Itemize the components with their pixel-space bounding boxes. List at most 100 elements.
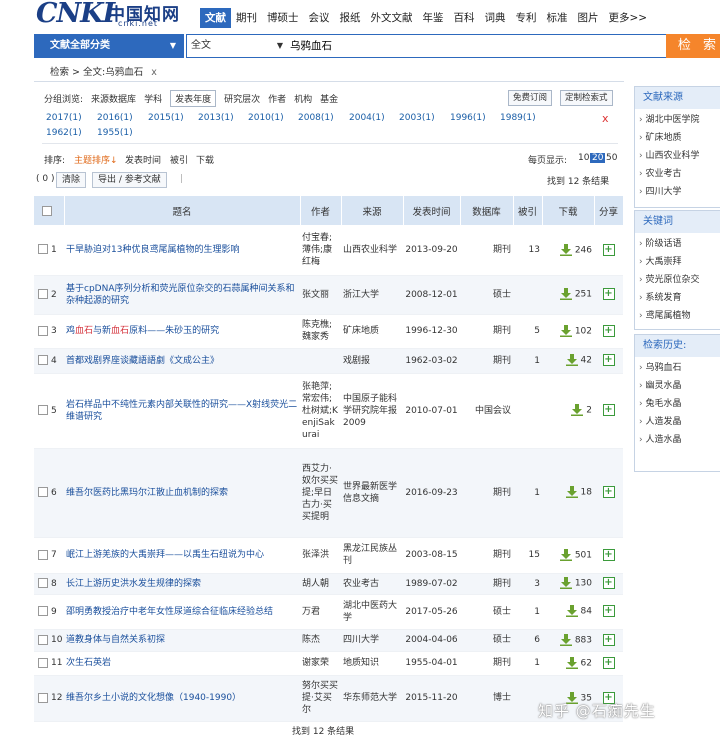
row-select[interactable]: 8 <box>34 573 64 595</box>
row-source[interactable]: 地质知识 <box>341 651 403 676</box>
checkbox-icon[interactable] <box>38 405 48 415</box>
plus-icon[interactable]: + <box>602 605 615 618</box>
row-cited[interactable]: 15 <box>513 537 542 574</box>
checkbox-icon[interactable] <box>38 355 48 365</box>
row-title[interactable]: 鸡血石与新血石原料——朱砂玉的研究 <box>64 314 300 349</box>
row-title[interactable]: 首都戏剧界座谈藏語語劇《文成公主》 <box>64 348 300 374</box>
row-source[interactable]: 矿床地质 <box>341 314 403 349</box>
row-title[interactable]: 基于cpDNA序列分析和荧光原位杂交的石蒜属种间关系和杂种起源的研究 <box>64 275 300 315</box>
row-select[interactable]: 7 <box>34 537 64 574</box>
row-source[interactable]: 山西农业科学 <box>341 225 403 276</box>
row-author[interactable]: 陈克樵;魏家秀 <box>300 314 341 349</box>
tab-institution[interactable]: 机构 <box>294 92 312 105</box>
checkbox-icon[interactable] <box>38 549 48 560</box>
page-size-50[interactable]: 50 <box>606 153 617 163</box>
row-source[interactable]: 浙江大学 <box>341 275 403 315</box>
year-item[interactable]: 1996(1) <box>450 113 486 123</box>
plus-icon[interactable]: + <box>602 404 615 417</box>
row-title[interactable]: 邵明勇教授治疗中老年女性尿道综合征临床经验总结 <box>64 594 300 630</box>
sidebar-item[interactable]: 兔毛水晶 <box>639 395 720 413</box>
row-source[interactable]: 四川大学 <box>341 629 403 652</box>
checkbox-icon[interactable] <box>38 606 48 616</box>
row-source[interactable]: 世界最新医学信息文摘 <box>341 448 403 538</box>
row-source[interactable]: 湖北中医药大学 <box>341 594 403 630</box>
sidebar-item[interactable]: 人造发晶 <box>639 413 720 431</box>
year-item[interactable]: 2016(1) <box>97 113 133 123</box>
download-icon[interactable] <box>565 354 578 367</box>
row-author[interactable]: 陈杰 <box>300 629 341 652</box>
download-icon[interactable] <box>559 324 572 337</box>
download-icon[interactable] <box>559 633 572 646</box>
year-item[interactable]: 2015(1) <box>148 113 184 123</box>
nav-item-baike[interactable]: 百科 <box>449 8 480 28</box>
row-cited[interactable]: 1 <box>513 448 542 538</box>
row-cited[interactable] <box>513 275 542 315</box>
plus-icon[interactable]: + <box>602 548 615 561</box>
year-item[interactable]: 1962(1) <box>46 128 82 138</box>
plus-icon[interactable]: + <box>602 656 615 669</box>
year-item[interactable]: 2010(1) <box>248 113 284 123</box>
row-author[interactable]: 万君 <box>300 594 341 630</box>
row-title[interactable]: 道教身体与自然关系初探 <box>64 629 300 652</box>
row-title[interactable]: 次生石英岩 <box>64 651 300 676</box>
checkbox-icon[interactable] <box>38 289 48 299</box>
row-author[interactable]: 努尔买买提·艾买尔 <box>300 675 341 722</box>
plus-icon[interactable]: + <box>602 324 615 337</box>
sidebar-item[interactable]: 四川大学 <box>639 183 720 201</box>
nav-item-waiwen[interactable]: 外文文献 <box>366 8 418 28</box>
download-icon[interactable] <box>559 288 572 301</box>
sidebar-item[interactable]: 系统发育 <box>639 289 720 307</box>
sidebar-item[interactable]: 乌鸦血石 <box>639 359 720 377</box>
breadcrumb-close-icon[interactable]: x <box>151 67 157 78</box>
nav-item-biaozhun[interactable]: 标准 <box>542 8 573 28</box>
year-item[interactable]: 2003(1) <box>399 113 435 123</box>
row-select[interactable]: 12 <box>34 675 64 722</box>
nav-item-qikan[interactable]: 期刊 <box>231 8 262 28</box>
row-title[interactable]: 维吾尔医药比黑玛尔江散止血机制的探索 <box>64 448 300 538</box>
plus-icon[interactable]: + <box>602 354 615 367</box>
row-author[interactable]: 谢家荣 <box>300 651 341 676</box>
download-icon[interactable] <box>565 605 578 618</box>
row-select[interactable]: 6 <box>34 448 64 538</box>
col-download[interactable]: 下载 <box>542 196 595 225</box>
plus-icon[interactable]: + <box>602 243 615 256</box>
sort-by-topic[interactable]: 主题排序↓ <box>74 153 118 166</box>
year-item[interactable]: 1955(1) <box>97 128 133 138</box>
nav-item-wenxian[interactable]: 文献 <box>200 8 231 28</box>
row-cited[interactable]: 1 <box>513 594 542 630</box>
sidebar-item[interactable]: 湖北中医学院 <box>639 111 720 129</box>
checkbox-icon[interactable] <box>38 657 48 668</box>
sidebar-item[interactable]: 矿床地质 <box>639 129 720 147</box>
row-cited[interactable]: 1 <box>513 348 542 374</box>
row-select[interactable]: 11 <box>34 651 64 676</box>
checkbox-icon[interactable] <box>42 205 53 216</box>
sidebar-item[interactable]: 鸢尾属植物 <box>639 307 720 325</box>
page-size-20[interactable]: 20 <box>590 153 606 163</box>
row-author[interactable]: 张艳萍;常宏伟;杜树斌;KenjiSakurai <box>300 373 341 449</box>
free-subscribe-button[interactable]: 免费订阅 <box>508 90 553 106</box>
plus-icon[interactable]: + <box>602 577 615 590</box>
sort-by-download[interactable]: 下载 <box>196 153 214 166</box>
sort-by-date[interactable]: 发表时间 <box>125 153 161 166</box>
col-date[interactable]: 发表时间 <box>403 196 461 225</box>
row-select[interactable]: 10 <box>34 629 64 652</box>
close-icon[interactable]: x <box>602 112 609 125</box>
nav-item-cidian[interactable]: 词典 <box>480 8 511 28</box>
sort-by-cited[interactable]: 被引 <box>170 153 188 166</box>
row-select[interactable]: 5 <box>34 373 64 449</box>
tab-author[interactable]: 作者 <box>268 92 286 105</box>
select-all[interactable] <box>34 196 65 225</box>
row-cited[interactable]: 13 <box>513 225 542 276</box>
tab-level[interactable]: 研究层次 <box>224 92 260 105</box>
row-cited[interactable]: 1 <box>513 651 542 676</box>
custom-query-button[interactable]: 定制检索式 <box>560 90 613 106</box>
sidebar-item[interactable]: 幽灵水晶 <box>639 377 720 395</box>
row-author[interactable]: 付宝春;薄伟;康红梅 <box>300 225 341 276</box>
download-icon[interactable] <box>559 243 572 256</box>
search-input[interactable]: 乌鸦血石 <box>284 34 671 58</box>
row-cited[interactable]: 3 <box>513 573 542 595</box>
sidebar-item[interactable]: 阶级话语 <box>639 235 720 253</box>
row-title[interactable]: 维吾尔乡土小说的文化想像（1940-1990） <box>64 675 300 722</box>
sidebar-item[interactable]: 人造水晶 <box>639 431 720 449</box>
download-icon[interactable] <box>559 577 572 590</box>
